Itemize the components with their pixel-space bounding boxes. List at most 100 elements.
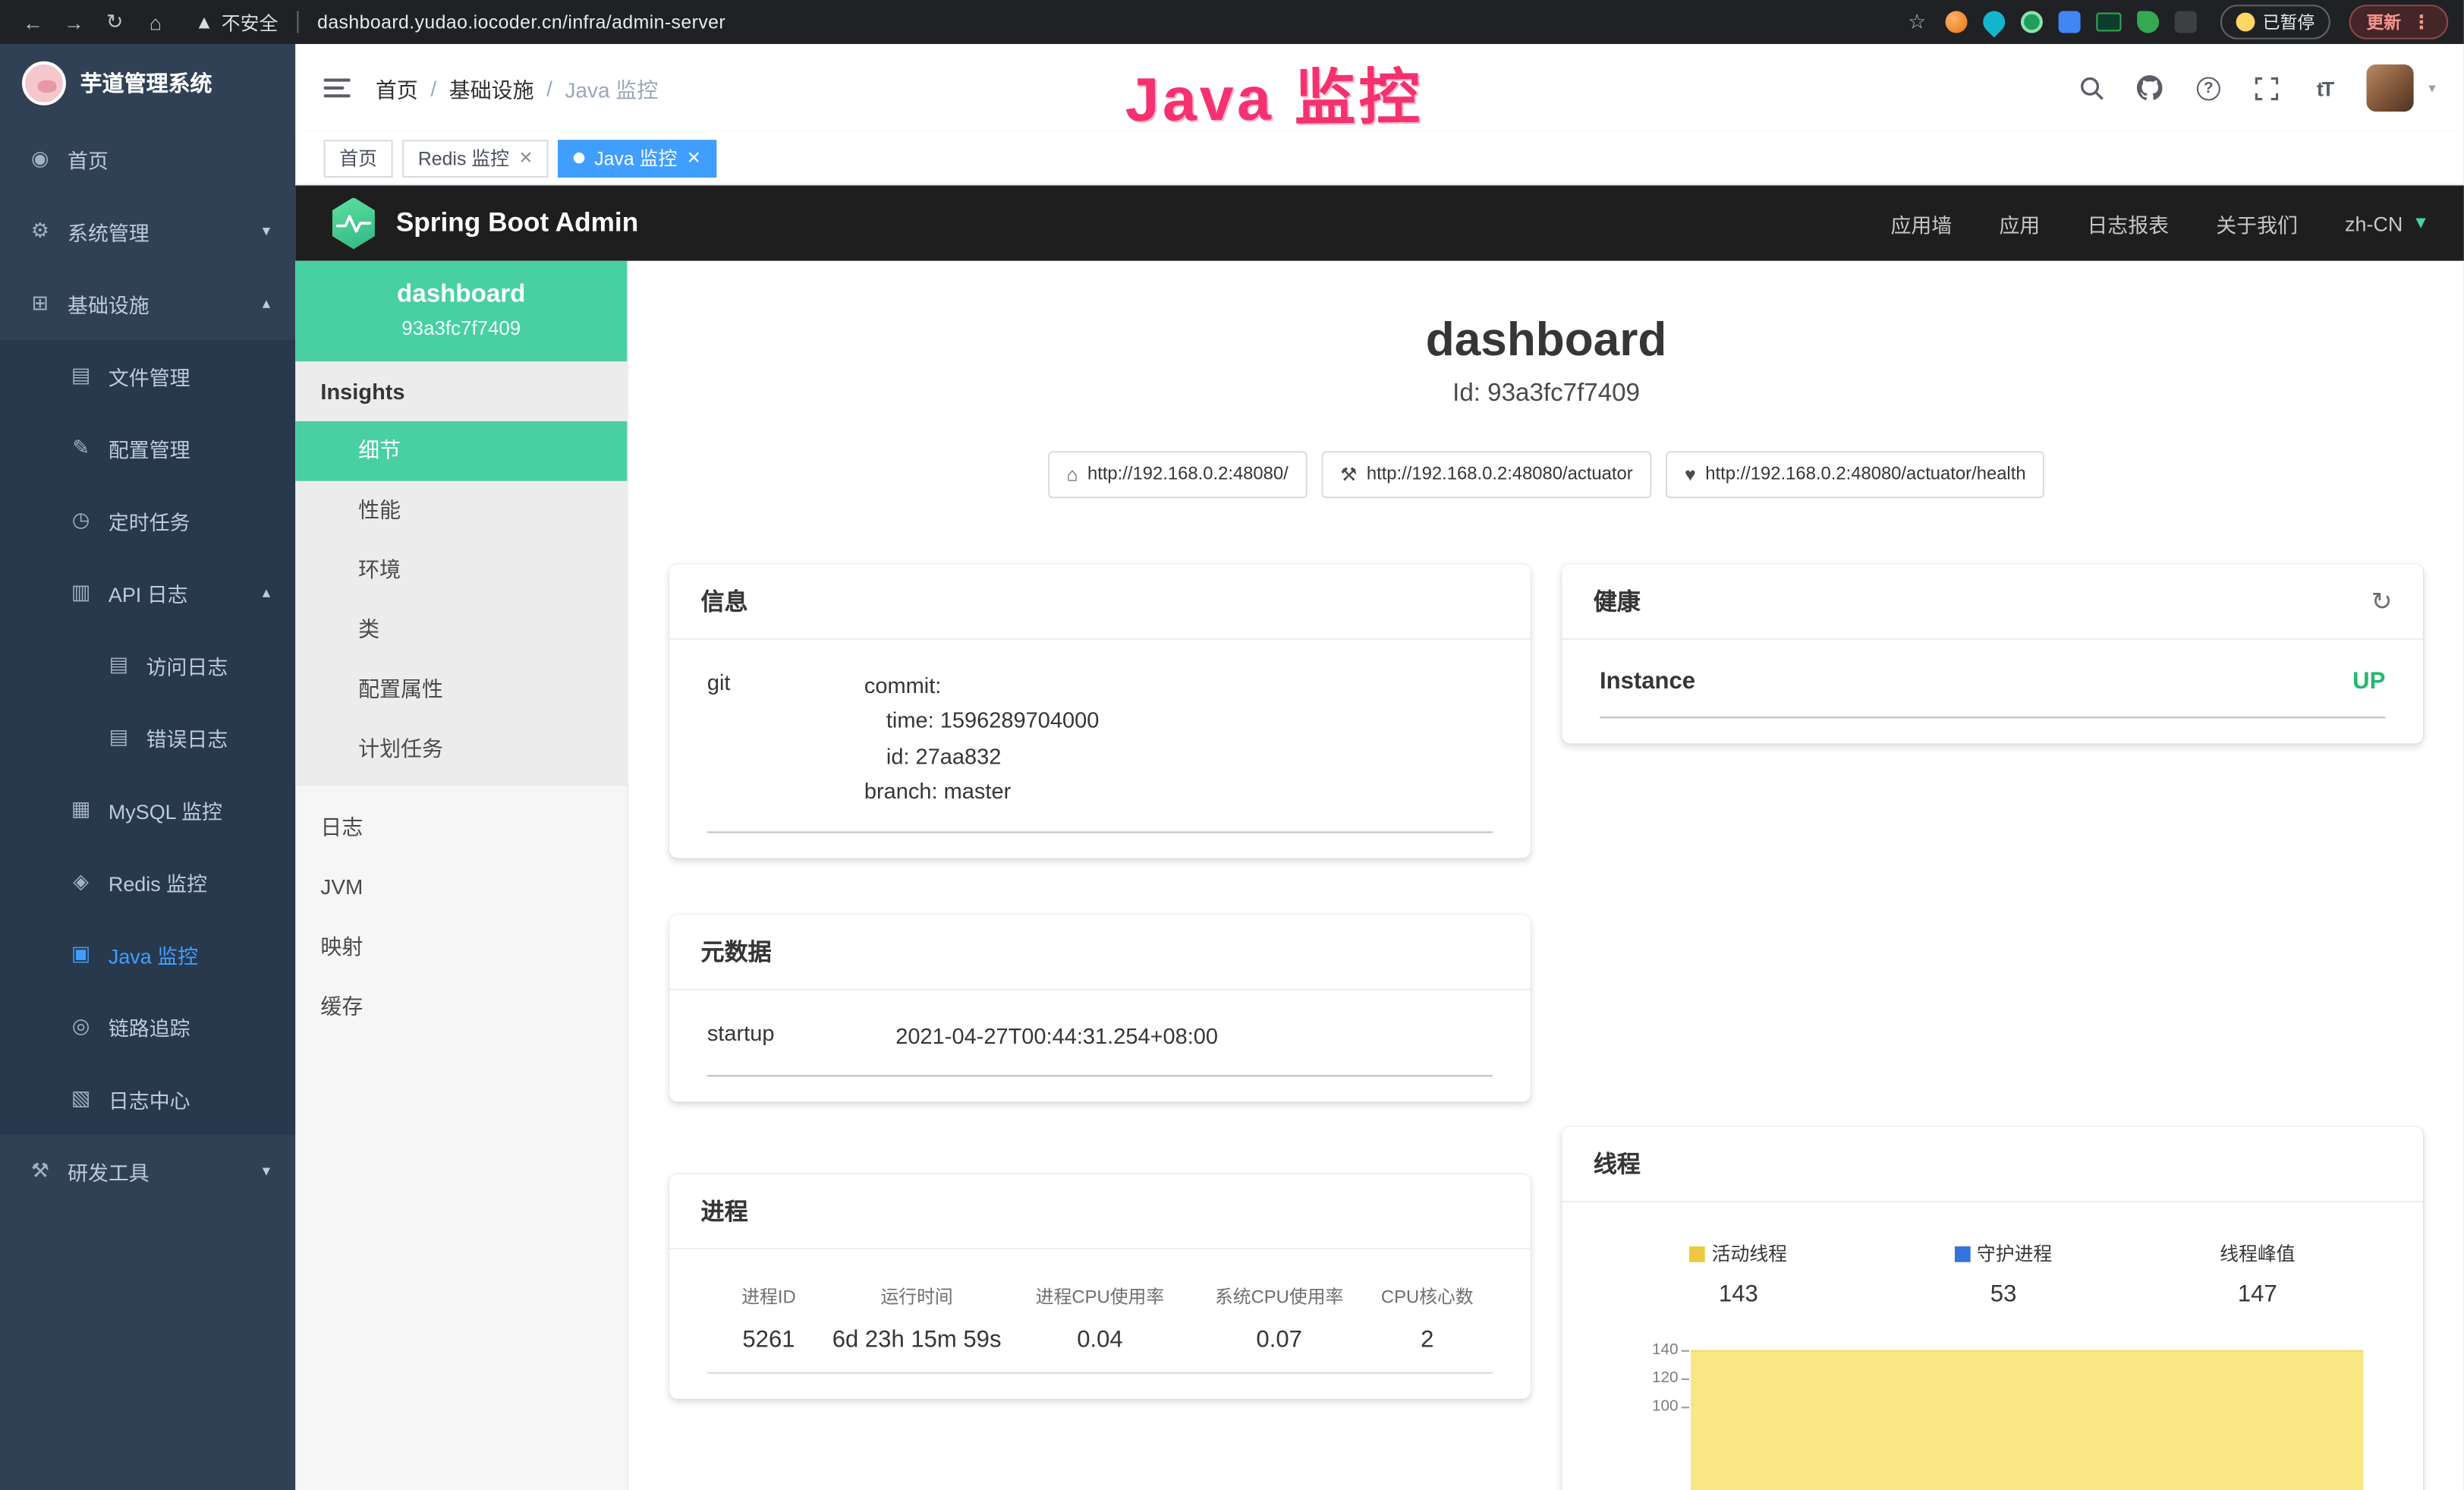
extension-drop-icon[interactable]	[1978, 6, 2009, 37]
sidebar-item-jvm[interactable]: JVM	[295, 858, 627, 918]
extension-green-icon[interactable]	[2021, 11, 2043, 33]
screen: ← → ↻ ⌂ ▲ 不安全 dashboard.yudao.iocoder.cn…	[0, 0, 2464, 1490]
sba-locale-select[interactable]: zh-CN ▼	[2345, 212, 2429, 235]
reload-icon[interactable]: ↻	[97, 9, 132, 34]
address-url[interactable]: dashboard.yudao.iocoder.cn/infra/admin-s…	[317, 11, 725, 33]
sba-nav-applications[interactable]: 应用	[1999, 208, 2040, 238]
sba-logo[interactable]	[330, 197, 377, 249]
app-logo[interactable]: 芋道管理系统	[0, 44, 295, 123]
sidebar-item-dev-tools[interactable]: ⚒ 研发工具 ▾	[0, 1135, 295, 1207]
breadcrumb-item[interactable]: 基础设施	[449, 72, 534, 103]
insights-item-environment[interactable]: 环境	[295, 540, 627, 600]
forward-icon[interactable]: →	[57, 10, 92, 33]
update-button[interactable]: 更新 ⋮	[2349, 5, 2448, 39]
instance-name: dashboard	[308, 282, 615, 310]
java-icon: ▣	[69, 941, 93, 966]
instance-detail-panel: dashboard Id: 93a3fc7f7409 ⌂ http://192.…	[628, 261, 2464, 1490]
sidebar-item-scheduled-jobs[interactable]: ◷ 定时任务	[0, 484, 295, 556]
sidebar-item-label: Java 监控	[109, 939, 198, 969]
security-indicator[interactable]: ▲ 不安全	[195, 8, 278, 35]
paused-label: 已暂停	[2263, 9, 2315, 34]
chevron-down-icon: ▼	[2412, 214, 2430, 233]
back-icon[interactable]: ←	[16, 10, 51, 33]
instance-url-link[interactable]: ⌂ http://192.168.0.2:48080/	[1048, 451, 1308, 498]
sidebar-item-java-monitor[interactable]: ▣ Java 监控	[0, 918, 295, 990]
link-label: http://192.168.0.2:48080/actuator	[1367, 465, 1633, 484]
sidebar-item-label: 链路追踪	[109, 1011, 190, 1041]
insights-item-scheduled-tasks[interactable]: 计划任务	[295, 720, 627, 780]
user-avatar[interactable]	[2367, 65, 2414, 112]
sidebar: 芋道管理系统 ◉ 首页 ⚙ 系统管理 ▾ ⊞ 基础设施 ▴ ▤ 文件管理	[0, 44, 295, 1490]
extension-fox-icon[interactable]	[1946, 11, 1968, 33]
insights-item-classes[interactable]: 类	[295, 600, 627, 660]
close-icon[interactable]: ✕	[518, 148, 533, 169]
tab-home[interactable]: 首页	[324, 139, 393, 177]
tools-icon: ⚒	[28, 1158, 52, 1183]
history-icon[interactable]: ↺	[2371, 585, 2392, 616]
extension-grid-icon[interactable]	[2059, 11, 2081, 33]
extension-dark-icon[interactable]	[2175, 11, 2197, 33]
health-status-badge: UP	[2352, 668, 2385, 695]
sidebar-item-tracing[interactable]: ◎ 链路追踪	[0, 991, 295, 1063]
caret-down-icon[interactable]: ▾	[2428, 80, 2435, 97]
sidebar-item-mappings[interactable]: 映射	[295, 918, 627, 978]
bookmark-star-icon[interactable]: ☆	[1899, 9, 1934, 34]
heart-icon: ♥	[1685, 464, 1696, 486]
sba-brand-title[interactable]: Spring Boot Admin	[396, 207, 638, 238]
sidebar-item-config-manage[interactable]: ✎ 配置管理	[0, 412, 295, 484]
tab-java-monitor[interactable]: Java 监控 ✕	[559, 139, 717, 177]
health-instance-row[interactable]: Instance UP	[1600, 668, 2385, 718]
sidebar-item-error-logs[interactable]: ▤ 错误日志	[0, 701, 295, 773]
fontsize-icon[interactable]: tT	[2309, 72, 2340, 103]
search-icon[interactable]	[2076, 72, 2107, 103]
hamburger-icon[interactable]	[324, 79, 351, 98]
sidebar-item-infrastructure[interactable]: ⊞ 基础设施 ▴	[0, 267, 295, 339]
sidebar-item-log-center[interactable]: ▧ 日志中心	[0, 1063, 295, 1135]
gear-icon: ⚙	[28, 219, 52, 244]
close-icon[interactable]: ✕	[687, 148, 701, 169]
sidebar-item-label: Redis 监控	[109, 867, 207, 896]
home-icon[interactable]: ⌂	[138, 10, 173, 33]
process-table: 进程ID 5261 运行时间 6d 23h 15m 59s	[707, 1277, 1493, 1373]
sidebar-item-label: 配置管理	[109, 433, 190, 462]
sba-nav-wall[interactable]: 应用墙	[1890, 208, 1952, 238]
instance-sidebar: dashboard 93a3fc7f7409 Insights 细节 性能 环境…	[295, 261, 628, 1490]
sidebar-item-access-logs[interactable]: ▤ 访问日志	[0, 628, 295, 701]
paused-badge[interactable]: 已暂停	[2220, 5, 2330, 39]
insights-item-metrics[interactable]: 性能	[295, 481, 627, 541]
sba-nav-journal[interactable]: 日志报表	[2087, 208, 2169, 238]
insights-item-details[interactable]: 细节	[295, 421, 627, 481]
sidebar-item-home[interactable]: ◉ 首页	[0, 123, 295, 195]
actuator-url-link[interactable]: ⚒ http://192.168.0.2:48080/actuator	[1321, 451, 1651, 498]
tab-redis-monitor[interactable]: Redis 监控 ✕	[402, 139, 549, 177]
sidebar-item-api-logs[interactable]: ▥ API 日志 ▴	[0, 556, 295, 628]
breadcrumb-item[interactable]: 首页	[376, 72, 418, 103]
process-col-header: CPU核心数	[1365, 1284, 1490, 1309]
metadata-value: 2021-04-27T00:44:31.254+08:00	[895, 1018, 1218, 1053]
help-icon[interactable]: ?	[2193, 72, 2224, 103]
extension-leaf-icon[interactable]	[2137, 11, 2159, 33]
info-card: 信息 git commit: time: 1596289704000 id: 2	[669, 564, 1531, 857]
fullscreen-icon[interactable]	[2251, 72, 2282, 103]
security-label: 不安全	[222, 8, 278, 35]
health-url-link[interactable]: ♥ http://192.168.0.2:48080/actuator/heal…	[1666, 451, 2044, 498]
insights-item-config-props[interactable]: 配置属性	[295, 660, 627, 720]
sba-nav-about[interactable]: 关于我们	[2216, 208, 2298, 238]
github-icon[interactable]	[2135, 72, 2166, 103]
instance-header[interactable]: dashboard 93a3fc7f7409	[295, 261, 627, 362]
sidebar-item-caches[interactable]: 缓存	[295, 978, 627, 1038]
legend-value: 143	[1690, 1281, 1787, 1308]
sidebar-item-logs[interactable]: 日志	[295, 799, 627, 858]
sidebar-item-label: 研发工具	[68, 1156, 149, 1186]
threads-card: 线程 活动线程 1	[1562, 1127, 2423, 1490]
extension-switch-icon[interactable]	[2096, 13, 2121, 32]
sidebar-item-system[interactable]: ⚙ 系统管理 ▾	[0, 195, 295, 267]
tab-label: Redis 监控	[418, 145, 509, 172]
info-card-title: 信息	[701, 584, 748, 617]
process-card: 进程 进程ID 5261 运行时间	[669, 1174, 1531, 1399]
wrench-icon: ⚒	[1340, 464, 1357, 486]
sidebar-item-file-manage[interactable]: ▤ 文件管理	[0, 339, 295, 411]
info-key: git	[707, 668, 864, 808]
sidebar-item-mysql-monitor[interactable]: ▦ MySQL 监控	[0, 773, 295, 846]
sidebar-item-redis-monitor[interactable]: ◈ Redis 监控	[0, 846, 295, 918]
